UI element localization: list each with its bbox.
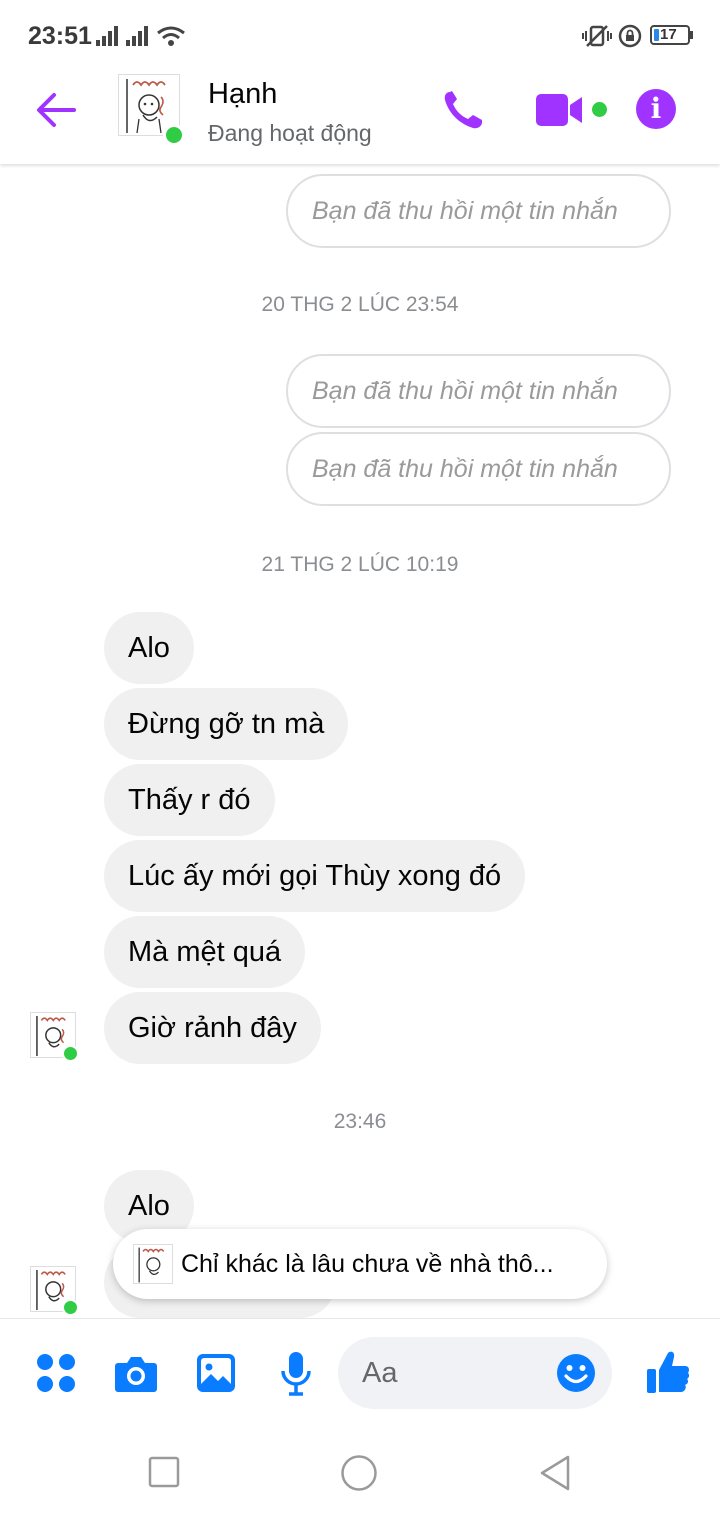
preview-text: Chỉ khác là lâu chưa về nhà thô... [181, 1250, 554, 1278]
phone-call-icon[interactable] [440, 88, 488, 132]
new-message-preview[interactable]: Chỉ khác là lâu chưa về nhà thô... [113, 1229, 607, 1299]
video-active-dot [592, 102, 607, 117]
thumbs-up-icon[interactable] [646, 1349, 690, 1395]
online-indicator [62, 1299, 79, 1316]
contact-status: Đang hoạt động [208, 120, 372, 146]
doodle-avatar-icon [138, 1247, 165, 1283]
incoming-message[interactable]: Alo [104, 612, 194, 684]
info-icon[interactable]: i [636, 89, 676, 129]
incoming-message[interactable]: Đừng gỡ tn mà [104, 688, 349, 760]
menu-dots-icon[interactable] [36, 1353, 76, 1393]
rotation-lock-icon [618, 24, 642, 48]
vibrate-icon [582, 25, 612, 47]
recalled-message[interactable]: Bạn đã thu hồi một tin nhắn [286, 354, 671, 428]
preview-avatar [133, 1244, 173, 1284]
recalled-message[interactable]: Bạn đã thu hồi một tin nhắn [286, 432, 671, 506]
incoming-message[interactable]: Thấy r đó [104, 764, 275, 836]
signal-icon-2 [126, 26, 148, 46]
system-nav-bar [0, 1430, 720, 1520]
home-icon[interactable] [340, 1454, 378, 1492]
gallery-icon[interactable] [196, 1353, 236, 1393]
incoming-message[interactable]: Lúc ấy mới gọi Thùy xong đó [104, 840, 526, 912]
recent-apps-icon[interactable] [148, 1456, 180, 1488]
online-indicator [62, 1045, 79, 1062]
time-separator: 23:46 [333, 1110, 387, 1133]
date-separator: 20 THG 2 LÚC 23:54 [261, 293, 459, 316]
wifi-icon [157, 26, 185, 46]
status-bar: 23:51 17 [0, 0, 720, 72]
chat-header: Hạnh Đang hoạt động i [0, 72, 720, 164]
incoming-message[interactable]: Mà mệt quá [104, 916, 306, 988]
recalled-message[interactable]: Bạn đã thu hồi một tin nhắn [286, 174, 671, 248]
online-indicator [163, 124, 185, 146]
microphone-icon[interactable] [280, 1351, 312, 1397]
battery-icon: 17 [650, 25, 690, 45]
battery-level: 17 [660, 26, 677, 43]
incoming-message[interactable]: Giờ rảnh đây [104, 992, 321, 1064]
emoji-icon[interactable] [556, 1353, 596, 1393]
back-arrow-icon[interactable] [34, 90, 78, 130]
message-composer [0, 1318, 720, 1430]
nav-back-icon[interactable] [538, 1454, 572, 1492]
signal-icon [96, 26, 118, 46]
contact-name[interactable]: Hạnh [208, 78, 277, 111]
status-time: 23:51 [28, 22, 92, 50]
date-separator: 21 THG 2 LÚC 10:19 [261, 553, 459, 576]
battery-cap [690, 31, 693, 39]
camera-icon[interactable] [114, 1353, 158, 1393]
video-call-icon[interactable] [534, 92, 586, 128]
